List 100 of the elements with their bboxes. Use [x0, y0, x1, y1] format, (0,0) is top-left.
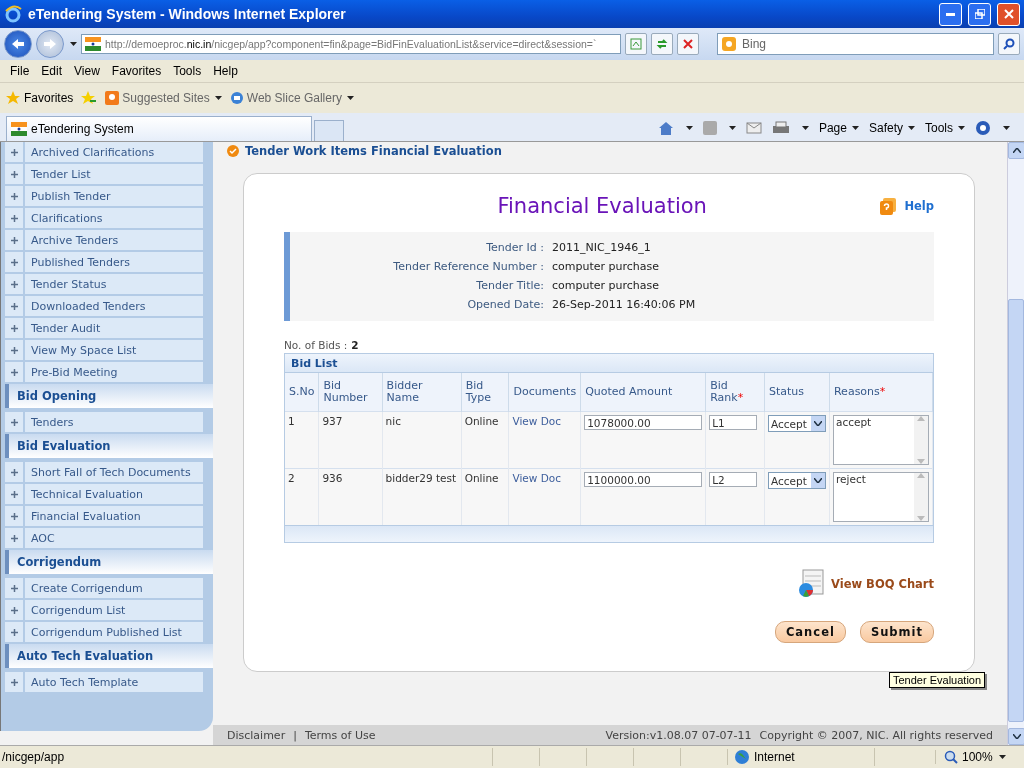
minimize-button[interactable]: [939, 2, 962, 26]
search-field[interactable]: Bing: [717, 33, 994, 55]
mail-icon[interactable]: [745, 122, 762, 134]
sidebar-item[interactable]: Tenders: [25, 415, 74, 429]
plus-icon: [10, 280, 18, 288]
favorites-button[interactable]: Favorites: [6, 91, 74, 105]
flag-icon: [85, 37, 101, 51]
caret-icon: [346, 96, 354, 100]
tooltip: Tender Evaluation: [889, 672, 986, 688]
view-doc-link[interactable]: View Doc: [512, 415, 561, 427]
favorites-link[interactable]: Suggested Sites: [105, 91, 222, 105]
required-marker: *: [737, 391, 744, 404]
plus-icon: [10, 368, 18, 376]
footer-link[interactable]: Disclaimer: [227, 728, 286, 742]
sidebar-item[interactable]: AOC: [25, 531, 55, 545]
menu-item[interactable]: Edit: [35, 64, 69, 78]
table-cell: 1: [285, 411, 319, 469]
back-button[interactable]: [4, 30, 32, 58]
column-header: S.No: [285, 373, 319, 412]
status-dropdown[interactable]: Accept: [767, 415, 826, 432]
scroll-down-icon[interactable]: [1008, 728, 1024, 745]
address-field[interactable]: http://demoeproc.nic.in/nicgep/app?component=fin&page=BidFinEvaluationList&service=direct&session=`: [81, 34, 621, 54]
stop-button[interactable]: [677, 33, 699, 55]
rank-field[interactable]: L1: [709, 415, 758, 430]
window-title: eTendering System - Windows Internet Explorer: [28, 6, 347, 22]
detail-label: Tender Title:: [475, 279, 544, 292]
footer-link[interactable]: Terms of Use: [304, 728, 376, 742]
sidebar-section-header: Bid Evaluation: [5, 434, 213, 458]
sidebar-section-header: Auto Tech Evaluation: [5, 644, 213, 668]
compatibility-button[interactable]: [625, 33, 647, 55]
caret-icon: [851, 126, 859, 130]
table-title: Bid List: [291, 356, 338, 370]
globe-icon: [734, 749, 750, 765]
home-icon[interactable]: [657, 121, 674, 135]
plus-icon: [10, 258, 18, 266]
menu-item[interactable]: View: [68, 64, 106, 78]
scroll-up-icon[interactable]: [1008, 142, 1024, 159]
close-button[interactable]: [997, 2, 1020, 26]
rank-field[interactable]: L2: [709, 472, 758, 487]
menu-item[interactable]: Tools: [167, 64, 208, 78]
column-header: Quoted Amount: [580, 373, 706, 412]
bid-count-label: No. of Bids :: [284, 339, 348, 351]
new-tab-button[interactable]: [314, 120, 344, 141]
amount-field[interactable]: 1100000.00: [584, 472, 703, 487]
add-favorite-icon[interactable]: [81, 91, 98, 105]
status-dropdown[interactable]: Accept: [767, 472, 826, 489]
plus-icon: [10, 490, 18, 498]
column-header: Status: [764, 373, 830, 412]
help-link[interactable]: Help: [904, 199, 934, 213]
table-cell: Online: [461, 468, 509, 525]
plus-icon: [10, 678, 18, 686]
sidebar-section-header: Bid Opening: [5, 384, 213, 408]
amount-field[interactable]: 1078000.00: [584, 415, 703, 430]
check-icon: [227, 145, 239, 157]
column-header: Bid Type: [461, 373, 509, 412]
plus-icon: [10, 468, 18, 476]
column-header: Bid Rank*: [705, 373, 765, 412]
column-header: Bidder Name: [382, 373, 462, 412]
help-book-icon: [880, 197, 897, 215]
plus-icon: [10, 606, 18, 614]
favorites-link[interactable]: Web Slice Gallery: [229, 91, 354, 105]
detail-value: computer purchase: [552, 260, 661, 273]
plus-icon: [10, 584, 18, 592]
column-header: Bid Number: [318, 373, 383, 412]
plus-icon: [10, 148, 18, 156]
column-header: Reasons*: [829, 373, 933, 412]
table-cell: 2: [285, 468, 319, 525]
caret-icon: [801, 126, 809, 130]
plus-icon: [10, 324, 18, 332]
refresh-button[interactable]: [651, 33, 673, 55]
detail-value: computer purchase: [552, 279, 661, 292]
plus-icon: [10, 302, 18, 310]
help-icon[interactable]: [975, 120, 991, 136]
command-menu[interactable]: Tools: [925, 121, 965, 135]
menu-item[interactable]: File: [4, 64, 36, 78]
back-arrow-icon: [11, 38, 25, 50]
restore-button[interactable]: [968, 2, 991, 26]
table-cell: bidder29 test: [382, 468, 462, 525]
required-marker: *: [879, 385, 886, 398]
action-button[interactable]: Cancel: [774, 621, 846, 643]
plus-icon: [10, 628, 18, 636]
command-menu[interactable]: Page: [818, 121, 859, 135]
menu-item[interactable]: Favorites: [105, 64, 168, 78]
dropdown-caret-icon: [70, 42, 77, 46]
plus-icon: [10, 236, 18, 244]
print-icon[interactable]: [771, 121, 790, 135]
command-menu[interactable]: Safety: [868, 121, 915, 135]
plus-icon: [10, 170, 18, 178]
zoom-icon[interactable]: [944, 750, 958, 764]
table-cell: 936: [318, 468, 383, 525]
zoom-level[interactable]: 100%: [962, 750, 993, 764]
vertical-scrollbar[interactable]: [1007, 142, 1024, 745]
browser-tab[interactable]: eTendering System: [6, 116, 312, 141]
forward-button[interactable]: [36, 30, 64, 58]
search-button[interactable]: [998, 33, 1020, 55]
view-doc-link[interactable]: View Doc: [512, 472, 561, 484]
action-button[interactable]: Submit: [859, 621, 934, 643]
menu-item[interactable]: Help: [207, 64, 244, 78]
view-boq-chart-link[interactable]: View BOQ Chart: [831, 577, 934, 591]
search-provider-icon: [722, 37, 736, 51]
